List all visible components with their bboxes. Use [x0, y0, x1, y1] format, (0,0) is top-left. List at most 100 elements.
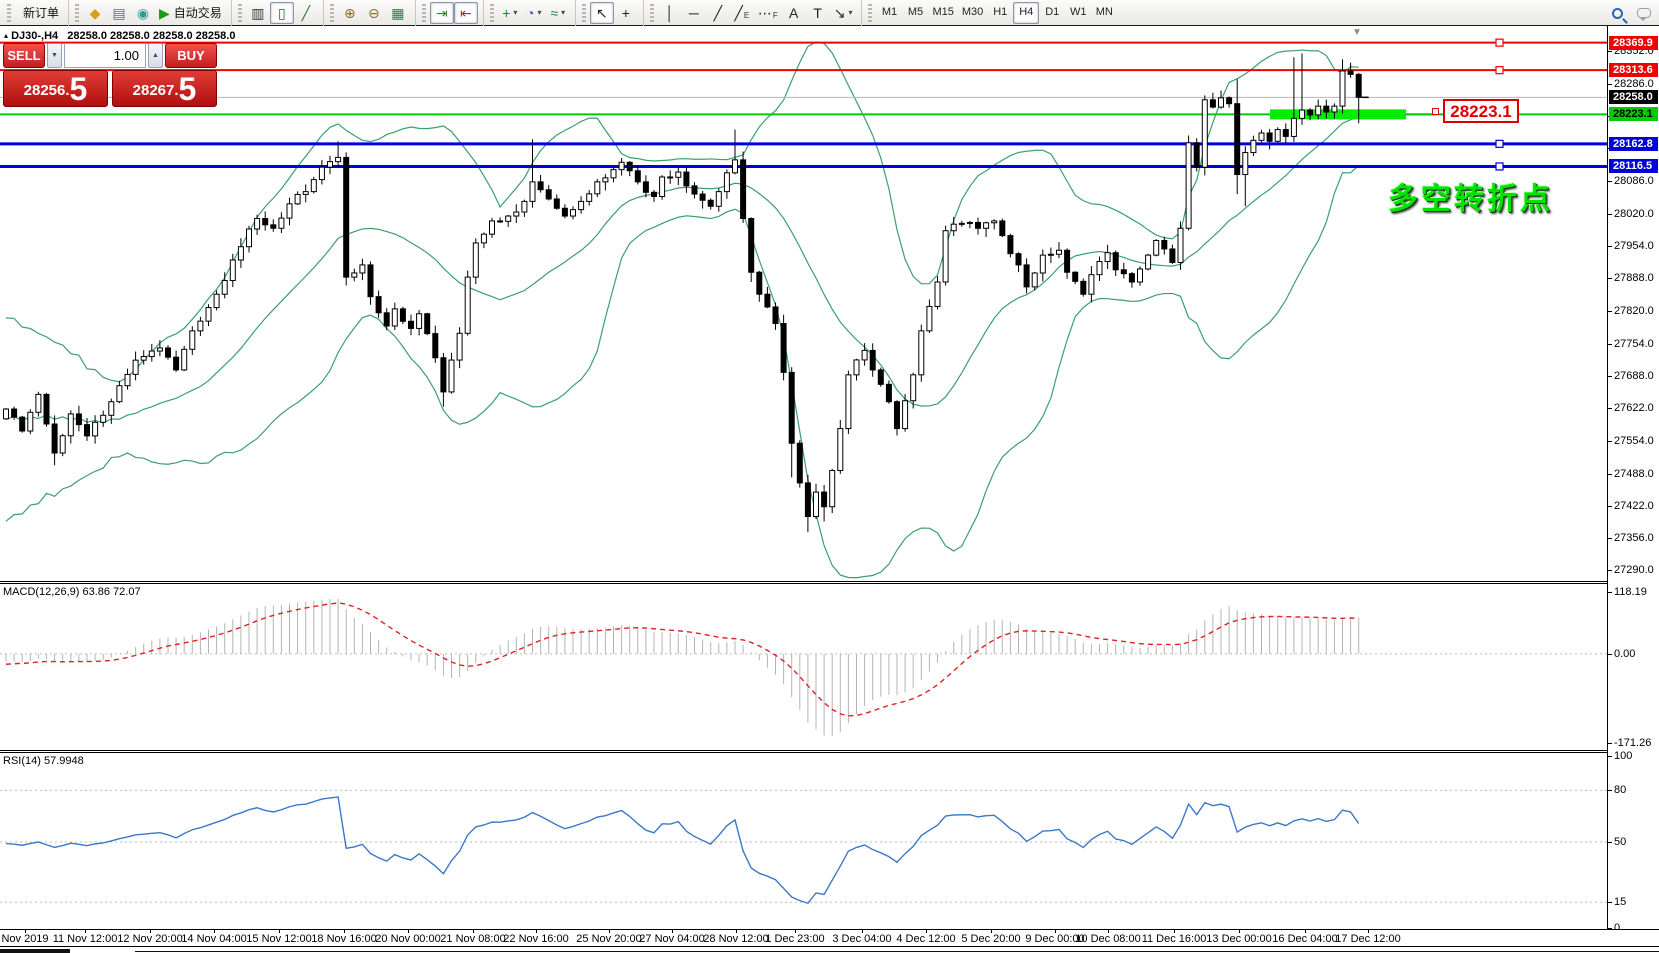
- toolbar-grip[interactable]: [330, 4, 334, 22]
- price-tickmark: [1608, 344, 1612, 345]
- tile-windows-icon[interactable]: ▦: [386, 2, 410, 24]
- price-tickmark: [1608, 278, 1612, 279]
- buy-price-pip: 5: [179, 74, 197, 104]
- cursor-icon[interactable]: ↖: [590, 2, 614, 24]
- volume-increase-button[interactable]: ▲: [148, 43, 163, 68]
- symbol-marker-icon: ▴: [4, 31, 8, 40]
- rsi-axis-label: 50: [1614, 836, 1658, 848]
- zoom-out-icon[interactable]: ⊖: [362, 2, 386, 24]
- time-tick-label: 5 Dec 20:00: [961, 933, 1020, 945]
- horizontal-line-icon[interactable]: ─: [682, 2, 706, 24]
- price-tick-label: 27356.0: [1614, 532, 1658, 544]
- rsi-plot: [0, 753, 1607, 929]
- price-level-badge: 28223.1: [1609, 107, 1658, 121]
- horizontal-scrollbar[interactable]: [0, 946, 1659, 953]
- period-clock-icon[interactable]: ◔▾: [522, 2, 546, 24]
- chart-shift-marker-icon[interactable]: ▼: [1352, 27, 1362, 38]
- volume-decrease-button[interactable]: ▼: [47, 43, 62, 68]
- signals-icon: ◉: [137, 6, 149, 20]
- new-chart-icon-dropdown[interactable]: ▾: [513, 9, 517, 17]
- timeframe-m15-button[interactable]: M15: [928, 2, 957, 24]
- time-tick-label: 16 Dec 04:00: [1272, 933, 1337, 945]
- styles-icon[interactable]: ◆: [83, 2, 107, 24]
- chat-icon[interactable]: [1637, 8, 1651, 18]
- macd-plot: [0, 584, 1607, 750]
- arrows-tool-icon[interactable]: ↘▾: [830, 2, 857, 24]
- search-icon[interactable]: [1612, 8, 1623, 19]
- profiles-icon[interactable]: ▤: [107, 2, 131, 24]
- signals-icon[interactable]: ◉: [131, 2, 155, 24]
- toolbar-grip[interactable]: [422, 4, 426, 22]
- new-order-button[interactable]: 新订单: [15, 2, 63, 24]
- timeframe-h1-button[interactable]: H1: [987, 2, 1013, 24]
- time-tick-label: 21 Nov 08:00: [440, 933, 505, 945]
- label-icon[interactable]: T: [806, 2, 830, 24]
- zoom-in-icon[interactable]: ⊕: [338, 2, 362, 24]
- crosshair-icon: +: [622, 6, 630, 20]
- indicator-window-icon-dropdown[interactable]: ▾: [561, 9, 565, 17]
- timeframe-mn-button[interactable]: MN: [1091, 2, 1117, 24]
- time-tick-label: 22 Nov 16:00: [503, 933, 568, 945]
- time-tick-label: 12 Nov 20:00: [117, 933, 182, 945]
- indicator-window-icon[interactable]: ≈▾: [546, 2, 570, 24]
- rsi-axis-label: 80: [1614, 784, 1658, 796]
- volume-input[interactable]: 1.00: [64, 43, 146, 68]
- arrows-tool-icon-dropdown[interactable]: ▾: [848, 9, 852, 17]
- time-tick-label: 1 Dec 23:00: [765, 933, 824, 945]
- bar-chart-icon[interactable]: ▥: [246, 2, 270, 24]
- timeframe-d1-button[interactable]: D1: [1039, 2, 1065, 24]
- new-chart-icon[interactable]: +▾: [498, 2, 522, 24]
- price-tick-label: 27888.0: [1614, 272, 1658, 284]
- buy-price-display[interactable]: 28267.5: [112, 70, 217, 107]
- sell-price-display[interactable]: 28256.5: [3, 70, 108, 107]
- price-callout-handle[interactable]: [1432, 108, 1439, 115]
- bar-chart-icon: ▥: [251, 6, 264, 20]
- toolbar-grip[interactable]: [868, 4, 872, 22]
- styles-icon: ◆: [90, 6, 101, 20]
- zoom-in-icon: ⊕: [344, 6, 356, 20]
- price-axis[interactable]: 28352.028286.028220.028154.028086.028020…: [1608, 26, 1659, 946]
- toolbar-grip[interactable]: [238, 4, 242, 22]
- buy-button[interactable]: BUY: [165, 43, 217, 68]
- autotrading-button[interactable]: ▶自动交易: [155, 2, 226, 24]
- fibonacci-icon: ⋯: [758, 6, 772, 20]
- fibonacci-icon[interactable]: ⋯F: [754, 2, 782, 24]
- timeframe-m1-button[interactable]: M1: [876, 2, 902, 24]
- price-tickmark: [1608, 654, 1612, 655]
- trendline-icon[interactable]: ╱: [706, 2, 730, 24]
- timeframe-h4-button[interactable]: H4: [1013, 2, 1039, 24]
- one-click-trading-panel: SELL ▼ 1.00 ▲ BUY 28256.5 28267.5: [3, 43, 217, 107]
- vertical-line-icon[interactable]: │: [658, 2, 682, 24]
- price-level-badge: 28369.9: [1609, 36, 1658, 50]
- price-callout-label[interactable]: 28223.1: [1443, 99, 1519, 123]
- price-level-badge: 28162.8: [1609, 137, 1658, 151]
- label-icon: T: [813, 6, 822, 20]
- candlestick-chart-icon[interactable]: ▯: [270, 2, 294, 24]
- crosshair-icon[interactable]: +: [614, 2, 638, 24]
- price-tickmark: [1608, 51, 1612, 52]
- time-tick-label: 25 Nov 20:00: [576, 933, 641, 945]
- scrollbar-thumb[interactable]: [0, 949, 70, 953]
- timeframe-m30-button[interactable]: M30: [958, 2, 987, 24]
- timeframe-w1-button[interactable]: W1: [1065, 2, 1091, 24]
- time-axis[interactable]: Nov 201911 Nov 12:0012 Nov 20:0014 Nov 0…: [0, 929, 1659, 946]
- line-chart-icon[interactable]: ╱: [294, 2, 318, 24]
- toolbar-grip[interactable]: [7, 4, 11, 22]
- sell-price-main: 28256.: [24, 78, 70, 104]
- auto-scroll-icon[interactable]: ⇥: [430, 2, 454, 24]
- price-tickmark: [1608, 790, 1612, 791]
- toolbar-grip[interactable]: [75, 4, 79, 22]
- candlestick-chart-icon: ▯: [278, 6, 286, 20]
- new-order-button-label: 新订单: [23, 7, 59, 19]
- timeframe-m5-button[interactable]: M5: [902, 2, 928, 24]
- toolbar-grip[interactable]: [650, 4, 654, 22]
- chart-shift-icon[interactable]: ⇤: [454, 2, 478, 24]
- time-tick-label: 20 Nov 00:00: [375, 933, 440, 945]
- text-icon[interactable]: A: [782, 2, 806, 24]
- equidistant-channel-icon[interactable]: ╱E: [730, 2, 754, 24]
- sell-button[interactable]: SELL: [3, 43, 45, 68]
- price-tick-label: 28286.0: [1614, 78, 1658, 90]
- period-clock-icon-dropdown[interactable]: ▾: [538, 9, 542, 17]
- toolbar-grip[interactable]: [582, 4, 586, 22]
- toolbar-grip[interactable]: [490, 4, 494, 22]
